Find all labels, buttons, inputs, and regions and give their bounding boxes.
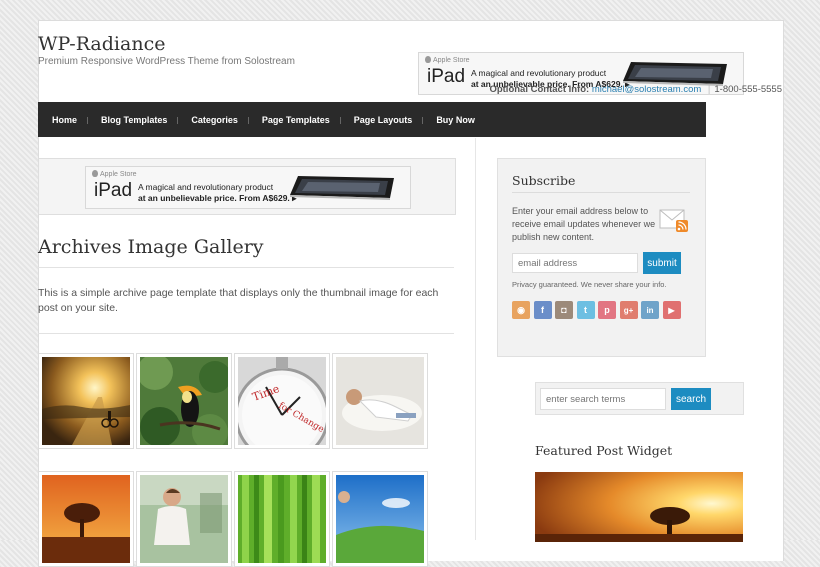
sunset-cyclist-image: [42, 357, 130, 445]
toucan-image: [140, 357, 228, 445]
nav-item-categories[interactable]: Categories: [177, 115, 248, 125]
page-intro: This is a simple archive page template t…: [38, 287, 439, 314]
content-ad-container: Apple Store iPad A magical and revolutio…: [38, 158, 456, 215]
search-widget: search: [535, 382, 744, 415]
main-navigation: Home Blog Templates Categories Page Temp…: [38, 102, 706, 137]
ad-product-name: iPad: [94, 180, 133, 201]
search-input[interactable]: [540, 388, 666, 410]
facebook-icon[interactable]: f: [533, 301, 552, 319]
nav-item-buy-now[interactable]: Buy Now: [422, 115, 485, 125]
gallery-thumb-green-bamboo[interactable]: [234, 471, 330, 567]
gallery-thumb-woman-meditating[interactable]: [136, 471, 232, 567]
subscribe-title: Subscribe: [512, 173, 576, 188]
ipad-image: [288, 173, 400, 208]
gallery-thumb-lone-tree-sunset[interactable]: [38, 471, 134, 567]
contact-info: Optional Contact Info: michael@solostrea…: [489, 84, 782, 95]
social-icons: ◉ f ◘ t p g+ in ▶: [512, 301, 681, 319]
rss-icon[interactable]: ◉: [512, 301, 530, 319]
email-field[interactable]: [512, 253, 638, 273]
lone-tree-sunset-image: [42, 475, 130, 563]
relaxing-man-image: [336, 357, 424, 445]
instagram-icon[interactable]: ◘: [555, 301, 573, 319]
sidebar-divider: [475, 138, 476, 540]
search-button[interactable]: search: [671, 388, 711, 410]
content-ad-banner[interactable]: Apple Store iPad A magical and revolutio…: [85, 166, 411, 209]
gallery-thumb-sunset-cyclist[interactable]: [38, 353, 134, 449]
google-plus-icon[interactable]: g+: [619, 301, 638, 319]
gallery-thumb-relaxing-man[interactable]: [332, 353, 428, 449]
green-bamboo-image: [238, 475, 326, 563]
subscribe-description: Enter your email address below to receiv…: [512, 206, 656, 242]
pinterest-icon[interactable]: p: [598, 301, 616, 319]
contact-email-link[interactable]: michael@solostream.com: [592, 84, 701, 95]
page-title: Archives Image Gallery: [38, 236, 264, 258]
submit-button[interactable]: submit: [643, 252, 681, 274]
subscribe-widget: Subscribe Enter your email address below…: [497, 158, 706, 357]
apple-store-label: Apple Store: [92, 170, 137, 178]
title-divider: [38, 267, 454, 268]
linkedin-icon[interactable]: in: [641, 301, 659, 319]
subscribe-divider: [512, 192, 690, 193]
nav-item-home[interactable]: Home: [42, 115, 87, 125]
nav-item-page-templates[interactable]: Page Templates: [247, 115, 340, 125]
featured-post-image[interactable]: [535, 472, 743, 560]
youtube-icon[interactable]: ▶: [662, 301, 681, 319]
ad-product-name: iPad: [427, 66, 466, 87]
site-description: Premium Responsive WordPress Theme from …: [38, 56, 295, 67]
gallery-thumb-time-for-change[interactable]: Time for Change: [234, 353, 330, 449]
ad-tagline: A magical and revolutionary product at an…: [138, 182, 297, 203]
apple-icon: [425, 56, 431, 63]
privacy-note: Privacy guaranteed. We never share your …: [512, 280, 667, 289]
apple-icon: [92, 170, 98, 177]
gallery-thumb-toucan[interactable]: [136, 353, 232, 449]
gallery-thumb-hills-blue-sky[interactable]: [332, 471, 428, 567]
apple-store-label: Apple Store: [425, 56, 470, 64]
site-title[interactable]: WP-Radiance: [38, 33, 165, 55]
intro-divider: [38, 333, 454, 334]
contact-phone: 1-800-555-5555: [714, 84, 782, 95]
time-for-change-image: Time for Change: [238, 357, 326, 445]
email-subscribe-icon: [659, 206, 691, 239]
woman-meditating-image: [140, 475, 228, 563]
nav-item-blog-templates[interactable]: Blog Templates: [87, 115, 177, 125]
nav-item-page-layouts[interactable]: Page Layouts: [339, 115, 423, 125]
twitter-icon[interactable]: t: [576, 301, 595, 319]
hills-blue-sky-image: [336, 475, 424, 563]
featured-post-widget-title: Featured Post Widget: [535, 443, 673, 458]
